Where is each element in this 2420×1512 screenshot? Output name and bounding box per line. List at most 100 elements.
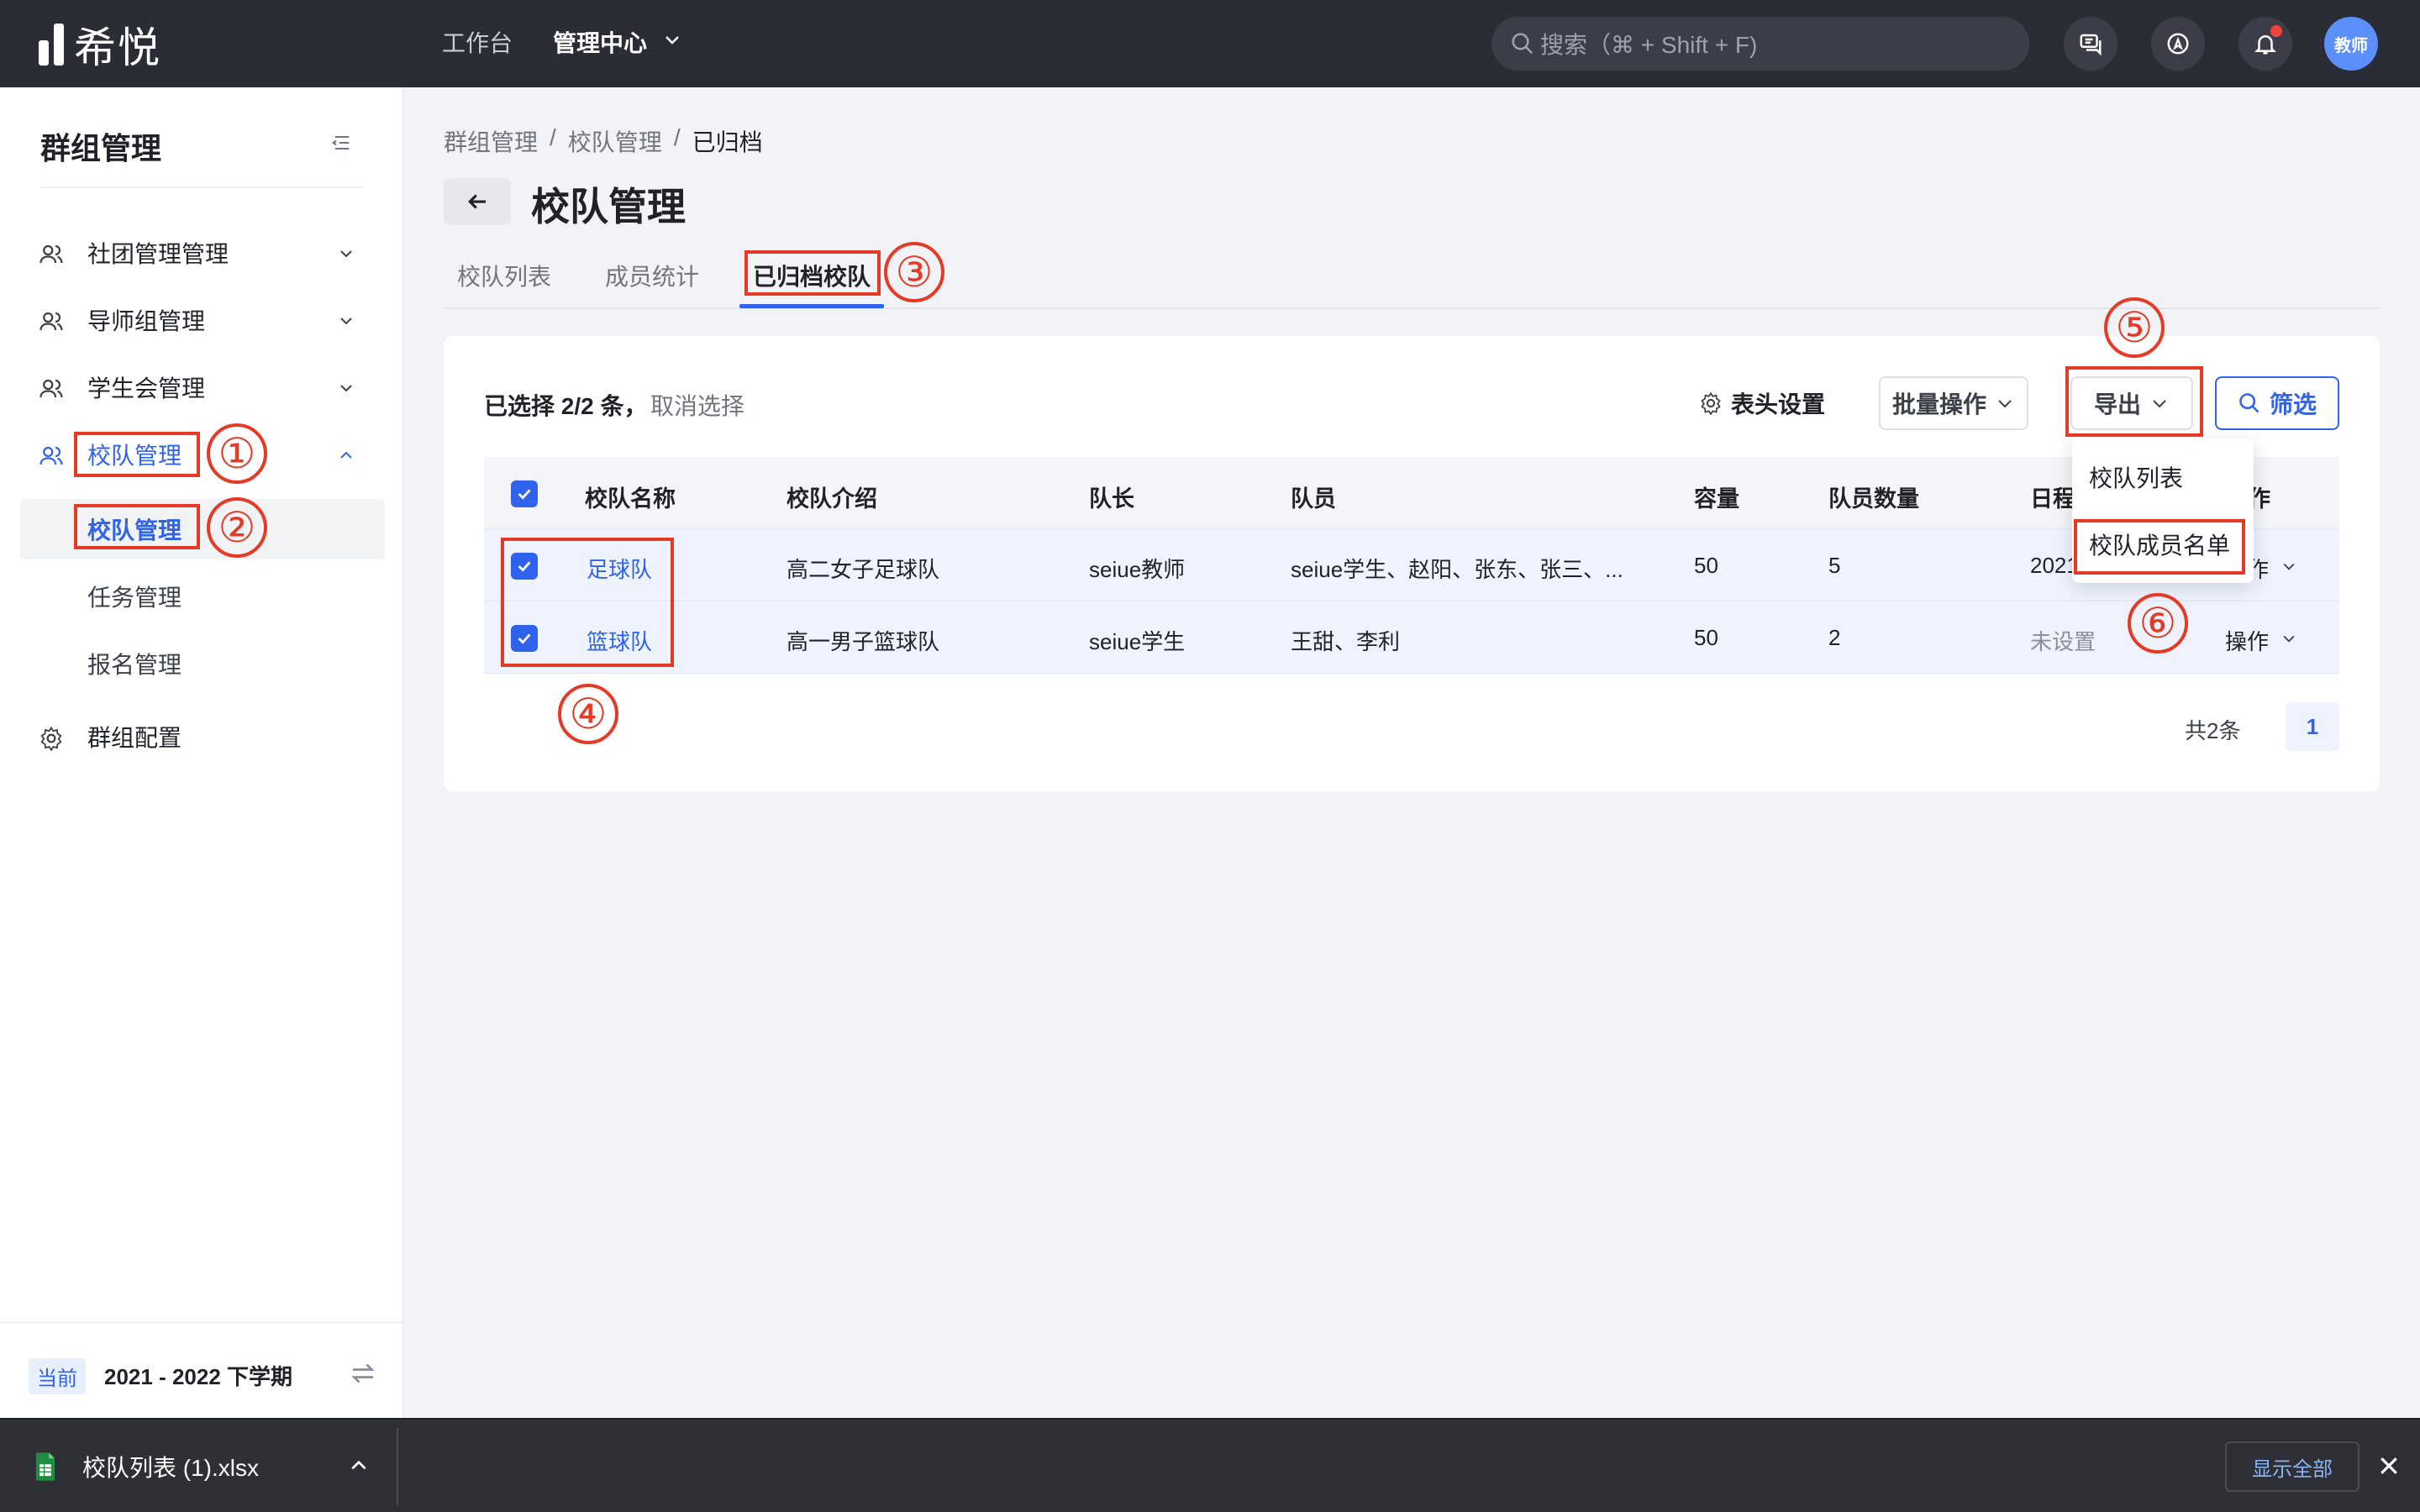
annotation-box bbox=[2065, 366, 2203, 437]
header-settings-button[interactable]: 表头设置 bbox=[1699, 386, 1825, 420]
sidebar-subitem-label: 报名管理 bbox=[87, 652, 182, 678]
batch-ops-button[interactable]: 批量操作 bbox=[1879, 376, 2028, 430]
breadcrumb-current: 已归档 bbox=[692, 129, 763, 155]
nav-workbench[interactable]: 工作台 bbox=[442, 25, 513, 59]
team-captain: seiue学生 bbox=[1089, 629, 1186, 654]
breadcrumb-item[interactable]: 校队管理 bbox=[568, 124, 662, 158]
sidebar-subitem-signup-management[interactable]: 报名管理 bbox=[20, 633, 385, 694]
show-all-button[interactable]: 显示全部 bbox=[2225, 1441, 2360, 1492]
sidebar-item-label: 社团管理管理 bbox=[87, 241, 229, 267]
gear-icon bbox=[40, 726, 62, 751]
chat-icon bbox=[2080, 34, 2102, 56]
spreadsheet-file-icon bbox=[35, 1452, 55, 1481]
breadcrumb-separator: / bbox=[550, 124, 556, 150]
search-input[interactable]: 搜索（⌘ + Shift + F) bbox=[1491, 17, 2029, 71]
chevron-up-icon[interactable] bbox=[348, 1455, 370, 1477]
annotation-box bbox=[74, 504, 200, 549]
table-row[interactable]: 篮球队 高一男子篮球队 seiue学生 王甜、李利 50 2 未设置 操作 bbox=[484, 601, 2339, 674]
tab-team-list[interactable]: 校队列表 bbox=[457, 259, 551, 292]
sidebar-subitem-task-management[interactable]: 任务管理 bbox=[20, 566, 385, 627]
download-bar: 校队列表 (1).xlsx 显示全部 bbox=[0, 1418, 2420, 1512]
team-capacity: 50 bbox=[1694, 553, 1718, 578]
collapse-sidebar-icon[interactable] bbox=[329, 131, 353, 155]
menu-item-export-team-list[interactable]: 校队列表 bbox=[2089, 460, 2183, 494]
download-item[interactable]: 校队列表 (1).xlsx bbox=[34, 1450, 259, 1483]
notification-dot bbox=[2270, 25, 2282, 37]
current-badge: 当前 bbox=[29, 1358, 86, 1394]
sidebar-item-mentor-groups[interactable]: 导师组管理 bbox=[0, 291, 403, 349]
logo-icon bbox=[39, 24, 64, 66]
semester-switcher[interactable]: 当前 2021 - 2022 下学期 bbox=[0, 1322, 403, 1418]
sidebar-item-school-teams[interactable]: 校队管理 bbox=[0, 425, 403, 484]
page-title: 校队管理 bbox=[531, 185, 686, 228]
annotation-box bbox=[74, 432, 200, 477]
sidebar-item-label: 导师组管理 bbox=[87, 308, 206, 334]
close-icon[interactable] bbox=[2376, 1453, 2402, 1478]
users-icon bbox=[39, 379, 63, 398]
total-count: 共2条 bbox=[2185, 718, 2241, 743]
sidebar: 群组管理 社团管理管理 导师组管理 学生会管理 校队管理 校队管理 任务管理 报… bbox=[0, 87, 403, 1418]
header-settings-label: 表头设置 bbox=[1731, 391, 1826, 417]
team-members: seiue学生、赵阳、张东、张三、... bbox=[1291, 557, 1623, 582]
column-header: 校队名称 bbox=[585, 486, 676, 512]
batch-ops-label: 批量操作 bbox=[1891, 391, 1986, 417]
users-icon bbox=[39, 446, 63, 465]
column-header: 队员数量 bbox=[1828, 486, 1919, 512]
avatar[interactable]: 教师 bbox=[2324, 17, 2378, 71]
team-members: 王甜、李利 bbox=[1291, 629, 1401, 654]
sidebar-item-label: 学生会管理 bbox=[87, 375, 206, 402]
sidebar-item-clubs[interactable]: 社团管理管理 bbox=[0, 223, 403, 282]
chevron-up-icon bbox=[340, 451, 352, 459]
column-header: 日程 bbox=[2030, 486, 2075, 512]
search-icon bbox=[1512, 33, 1534, 55]
search-icon bbox=[2239, 393, 2260, 413]
team-member-count: 5 bbox=[1828, 553, 1841, 578]
compass-icon bbox=[2167, 33, 2189, 55]
tab-member-stats[interactable]: 成员统计 bbox=[605, 259, 699, 292]
table-header: 校队名称 校队介绍 队长 队员 容量 队员数量 日程 操作 bbox=[484, 457, 2339, 529]
annotation-box bbox=[2074, 519, 2245, 575]
logo[interactable]: 希悦 bbox=[39, 22, 161, 71]
annotation-number: ④ bbox=[558, 684, 618, 744]
page-number-button[interactable]: 1 bbox=[2286, 702, 2339, 751]
top-bar: 希悦 工作台 管理中心 搜索（⌘ + Shift + F) 教师 bbox=[0, 0, 2420, 87]
users-icon bbox=[39, 312, 63, 331]
nav-management-center[interactable]: 管理中心 bbox=[553, 25, 647, 59]
chevron-down-icon bbox=[340, 385, 352, 392]
team-schedule: 未设置 bbox=[2030, 629, 2096, 654]
divider bbox=[397, 1428, 398, 1505]
breadcrumb-separator: / bbox=[673, 124, 681, 150]
chevron-down-icon[interactable] bbox=[2281, 558, 2297, 575]
column-header: 队长 bbox=[1089, 486, 1134, 512]
apps-button[interactable] bbox=[2151, 17, 2205, 71]
column-header: 容量 bbox=[1694, 486, 1739, 512]
breadcrumb-item[interactable]: 群组管理 bbox=[444, 124, 538, 158]
chevron-down-icon[interactable] bbox=[2281, 630, 2297, 647]
team-member-count: 2 bbox=[1828, 625, 1841, 650]
chevron-down-icon bbox=[340, 318, 352, 325]
cancel-selection-link[interactable]: 取消选择 bbox=[650, 388, 744, 422]
check-icon bbox=[518, 489, 531, 500]
team-intro: 高二女子足球队 bbox=[786, 557, 940, 582]
annotation-number: ⑤ bbox=[2104, 297, 2165, 358]
filter-button[interactable]: 筛选 bbox=[2215, 376, 2339, 430]
chevron-down-icon[interactable] bbox=[662, 30, 682, 50]
row-action-menu[interactable]: 操作 bbox=[2225, 625, 2269, 656]
selection-count: 已选择 2/2 条， bbox=[484, 393, 648, 419]
sidebar-item-group-config[interactable]: 群组配置 bbox=[0, 707, 403, 766]
table-row[interactable]: 足球队 高二女子足球队 seiue教师 seiue学生、赵阳、张东、张三、...… bbox=[484, 529, 2339, 601]
messages-button[interactable] bbox=[2064, 17, 2118, 71]
sidebar-item-student-union[interactable]: 学生会管理 bbox=[0, 358, 403, 417]
sidebar-title: 群组管理 bbox=[40, 131, 162, 165]
tab-bar: 校队列表 成员统计 已归档校队 bbox=[444, 249, 2380, 309]
annotation-box bbox=[744, 250, 881, 296]
back-button[interactable] bbox=[444, 178, 511, 225]
search-placeholder: 搜索（⌘ + Shift + F) bbox=[1540, 32, 1758, 58]
annotation-number: ③ bbox=[884, 242, 944, 302]
select-all-checkbox[interactable] bbox=[511, 480, 538, 507]
team-capacity: 50 bbox=[1694, 625, 1718, 650]
team-captain: seiue教师 bbox=[1089, 557, 1186, 582]
swap-icon[interactable] bbox=[348, 1358, 378, 1389]
logo-text: 希悦 bbox=[74, 24, 161, 71]
notifications-button[interactable] bbox=[2238, 17, 2292, 71]
